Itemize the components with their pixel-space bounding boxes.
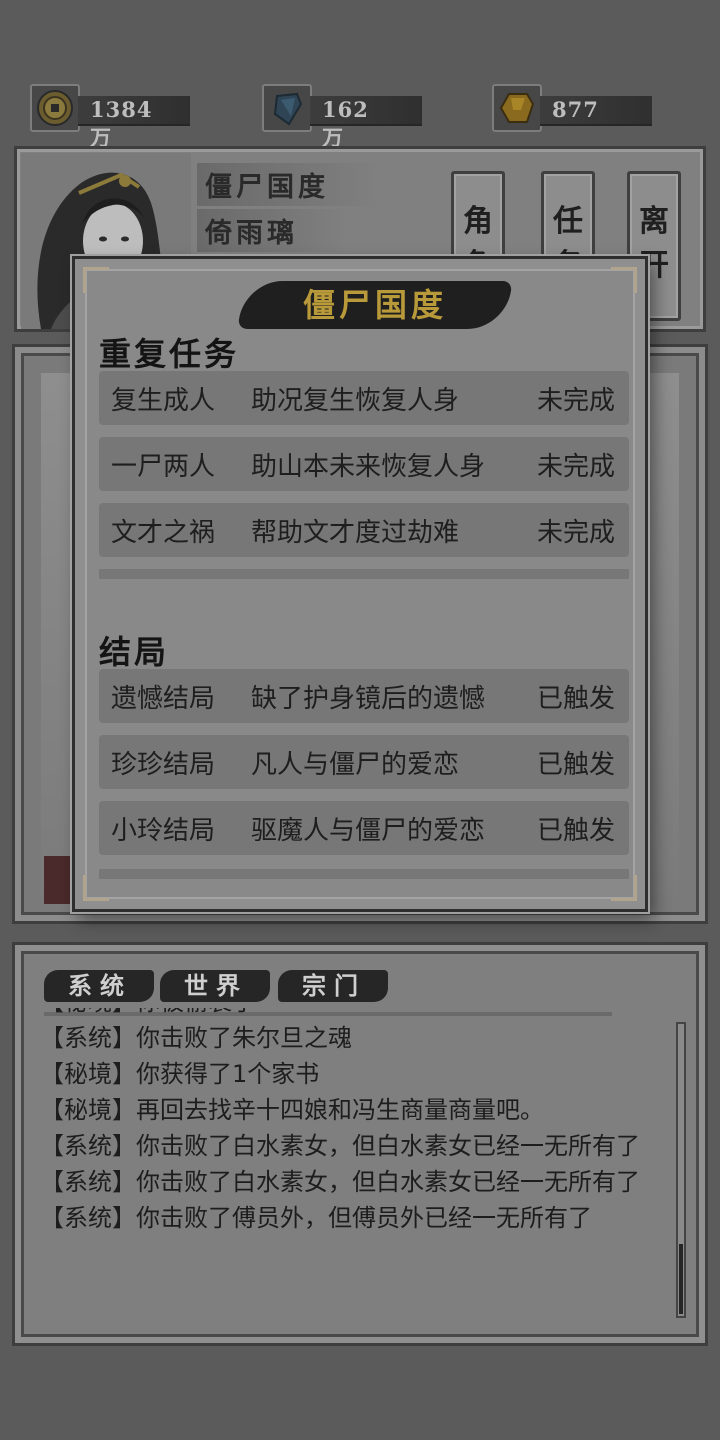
tab-system[interactable]: 系统 [44,968,154,1004]
tab-world[interactable]: 世界 [160,968,270,1004]
tab-sect[interactable]: 宗门 [278,968,388,1004]
